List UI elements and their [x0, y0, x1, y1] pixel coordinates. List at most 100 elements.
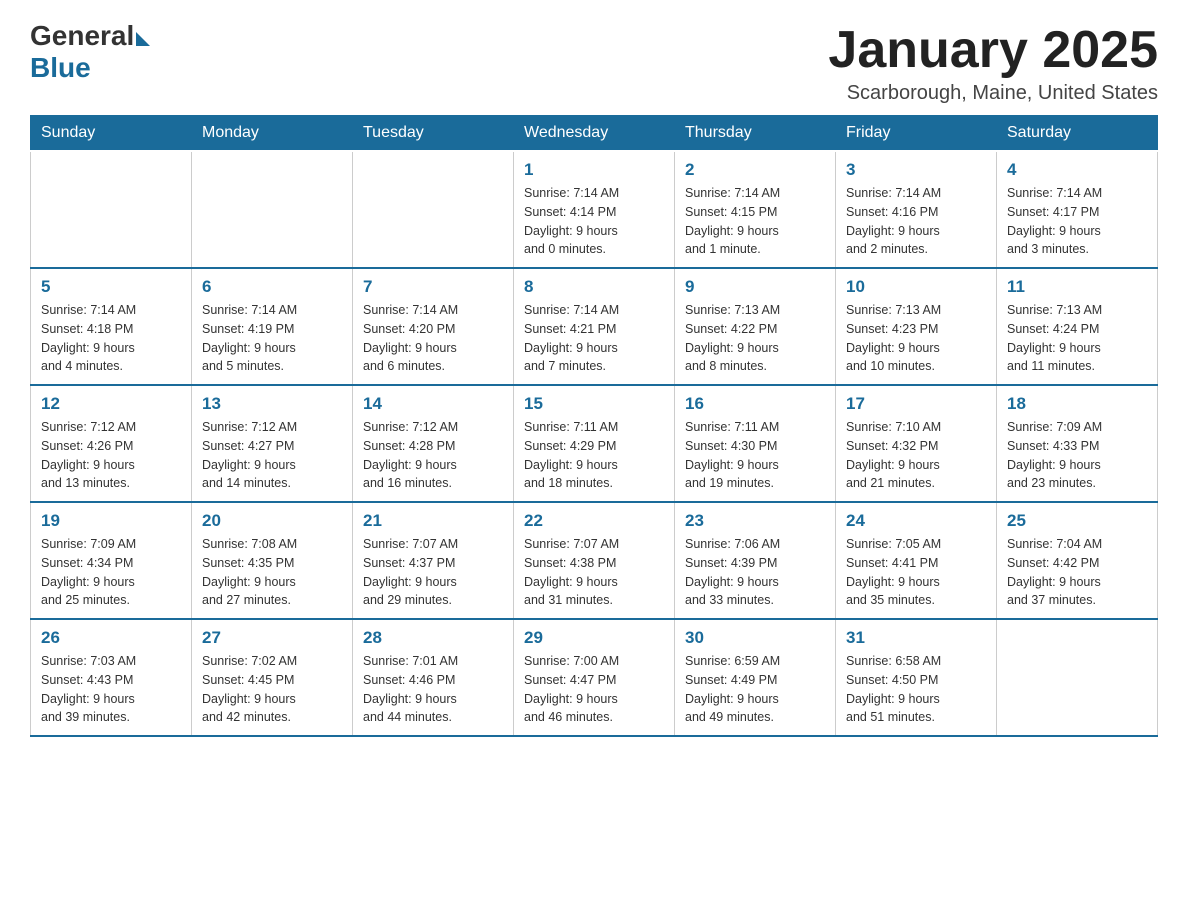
- logo-general-text: General: [30, 20, 134, 52]
- logo-arrow-icon: [136, 32, 150, 46]
- day-info: Sunrise: 7:11 AM Sunset: 4:29 PM Dayligh…: [524, 418, 664, 493]
- day-number: 10: [846, 277, 986, 297]
- calendar-header-tuesday: Tuesday: [353, 116, 514, 152]
- calendar-cell: 12 Sunrise: 7:12 AM Sunset: 4:26 PM Dayli…: [31, 385, 192, 502]
- day-info: Sunrise: 7:14 AM Sunset: 4:16 PM Dayligh…: [846, 184, 986, 259]
- day-number: 4: [1007, 160, 1147, 180]
- calendar-cell: 10 Sunrise: 7:13 AM Sunset: 4:23 PM Dayli…: [836, 268, 997, 385]
- day-number: 14: [363, 394, 503, 414]
- calendar-cell: 25Sunrise: 7:04 AM Sunset: 4:42 PM Dayli…: [997, 502, 1158, 619]
- calendar-week-row: 1Sunrise: 7:14 AM Sunset: 4:14 PM Daylig…: [31, 151, 1158, 268]
- day-info: Sunrise: 7:12 AM Sunset: 4:27 PM Dayligh…: [202, 418, 342, 493]
- calendar-cell: 31 Sunrise: 6:58 AM Sunset: 4:50 PM Dayli…: [836, 619, 997, 736]
- calendar-cell: 11Sunrise: 7:13 AM Sunset: 4:24 PM Dayli…: [997, 268, 1158, 385]
- day-number: 9: [685, 277, 825, 297]
- day-info: Sunrise: 7:14 AM Sunset: 4:17 PM Dayligh…: [1007, 184, 1147, 259]
- logo-blue-text: Blue: [30, 52, 91, 84]
- day-info: Sunrise: 7:01 AM Sunset: 4:46 PM Dayligh…: [363, 652, 503, 727]
- day-number: 25: [1007, 511, 1147, 531]
- day-number: 24: [846, 511, 986, 531]
- day-number: 31: [846, 628, 986, 648]
- day-number: 2: [685, 160, 825, 180]
- day-info: Sunrise: 7:06 AM Sunset: 4:39 PM Dayligh…: [685, 535, 825, 610]
- day-info: Sunrise: 7:14 AM Sunset: 4:18 PM Dayligh…: [41, 301, 181, 376]
- day-info: Sunrise: 7:07 AM Sunset: 4:37 PM Dayligh…: [363, 535, 503, 610]
- calendar-cell: 28 Sunrise: 7:01 AM Sunset: 4:46 PM Dayli…: [353, 619, 514, 736]
- day-number: 6: [202, 277, 342, 297]
- day-number: 29: [524, 628, 664, 648]
- day-info: Sunrise: 7:14 AM Sunset: 4:19 PM Dayligh…: [202, 301, 342, 376]
- day-number: 13: [202, 394, 342, 414]
- calendar-header-monday: Monday: [192, 116, 353, 152]
- day-info: Sunrise: 7:00 AM Sunset: 4:47 PM Dayligh…: [524, 652, 664, 727]
- calendar-cell: 1Sunrise: 7:14 AM Sunset: 4:14 PM Daylig…: [514, 151, 675, 268]
- calendar-header-friday: Friday: [836, 116, 997, 152]
- calendar-header-saturday: Saturday: [997, 116, 1158, 152]
- calendar-cell: 9 Sunrise: 7:13 AM Sunset: 4:22 PM Daylig…: [675, 268, 836, 385]
- calendar-week-row: 26Sunrise: 7:03 AM Sunset: 4:43 PM Dayli…: [31, 619, 1158, 736]
- calendar-header-sunday: Sunday: [31, 116, 192, 152]
- calendar-table: SundayMondayTuesdayWednesdayThursdayFrid…: [30, 115, 1158, 737]
- calendar-cell: 7Sunrise: 7:14 AM Sunset: 4:20 PM Daylig…: [353, 268, 514, 385]
- day-number: 5: [41, 277, 181, 297]
- calendar-header-row: SundayMondayTuesdayWednesdayThursdayFrid…: [31, 116, 1158, 152]
- calendar-cell: [353, 151, 514, 268]
- calendar-cell: 6 Sunrise: 7:14 AM Sunset: 4:19 PM Daylig…: [192, 268, 353, 385]
- day-info: Sunrise: 7:05 AM Sunset: 4:41 PM Dayligh…: [846, 535, 986, 610]
- day-number: 28: [363, 628, 503, 648]
- calendar-header-wednesday: Wednesday: [514, 116, 675, 152]
- day-number: 21: [363, 511, 503, 531]
- calendar-cell: 19 Sunrise: 7:09 AM Sunset: 4:34 PM Dayli…: [31, 502, 192, 619]
- calendar-cell: 29 Sunrise: 7:00 AM Sunset: 4:47 PM Dayli…: [514, 619, 675, 736]
- calendar-cell: 4 Sunrise: 7:14 AM Sunset: 4:17 PM Daylig…: [997, 151, 1158, 268]
- calendar-cell: [31, 151, 192, 268]
- calendar-week-row: 19 Sunrise: 7:09 AM Sunset: 4:34 PM Dayli…: [31, 502, 1158, 619]
- day-number: 8: [524, 277, 664, 297]
- calendar-cell: 15 Sunrise: 7:11 AM Sunset: 4:29 PM Dayli…: [514, 385, 675, 502]
- calendar-cell: 18Sunrise: 7:09 AM Sunset: 4:33 PM Dayli…: [997, 385, 1158, 502]
- day-info: Sunrise: 7:13 AM Sunset: 4:24 PM Dayligh…: [1007, 301, 1147, 376]
- day-info: Sunrise: 7:13 AM Sunset: 4:22 PM Dayligh…: [685, 301, 825, 376]
- day-info: Sunrise: 7:14 AM Sunset: 4:14 PM Dayligh…: [524, 184, 664, 259]
- calendar-cell: 30 Sunrise: 6:59 AM Sunset: 4:49 PM Dayli…: [675, 619, 836, 736]
- day-number: 19: [41, 511, 181, 531]
- day-info: Sunrise: 7:14 AM Sunset: 4:15 PM Dayligh…: [685, 184, 825, 259]
- day-number: 23: [685, 511, 825, 531]
- day-number: 27: [202, 628, 342, 648]
- location-subtitle: Scarborough, Maine, United States: [828, 82, 1158, 105]
- title-section: January 2025 Scarborough, Maine, United …: [828, 20, 1158, 105]
- month-title: January 2025: [828, 20, 1158, 80]
- day-number: 22: [524, 511, 664, 531]
- logo: General Blue: [30, 20, 150, 84]
- day-number: 30: [685, 628, 825, 648]
- day-number: 18: [1007, 394, 1147, 414]
- day-info: Sunrise: 7:10 AM Sunset: 4:32 PM Dayligh…: [846, 418, 986, 493]
- day-info: Sunrise: 7:12 AM Sunset: 4:26 PM Dayligh…: [41, 418, 181, 493]
- day-info: Sunrise: 6:58 AM Sunset: 4:50 PM Dayligh…: [846, 652, 986, 727]
- calendar-cell: [997, 619, 1158, 736]
- calendar-cell: 3Sunrise: 7:14 AM Sunset: 4:16 PM Daylig…: [836, 151, 997, 268]
- calendar-cell: 20Sunrise: 7:08 AM Sunset: 4:35 PM Dayli…: [192, 502, 353, 619]
- day-info: Sunrise: 7:13 AM Sunset: 4:23 PM Dayligh…: [846, 301, 986, 376]
- day-info: Sunrise: 7:07 AM Sunset: 4:38 PM Dayligh…: [524, 535, 664, 610]
- calendar-cell: 26Sunrise: 7:03 AM Sunset: 4:43 PM Dayli…: [31, 619, 192, 736]
- calendar-cell: 22 Sunrise: 7:07 AM Sunset: 4:38 PM Dayli…: [514, 502, 675, 619]
- calendar-cell: 8Sunrise: 7:14 AM Sunset: 4:21 PM Daylig…: [514, 268, 675, 385]
- calendar-header-thursday: Thursday: [675, 116, 836, 152]
- day-number: 12: [41, 394, 181, 414]
- day-info: Sunrise: 7:02 AM Sunset: 4:45 PM Dayligh…: [202, 652, 342, 727]
- calendar-cell: 5 Sunrise: 7:14 AM Sunset: 4:18 PM Daylig…: [31, 268, 192, 385]
- calendar-cell: 27 Sunrise: 7:02 AM Sunset: 4:45 PM Dayli…: [192, 619, 353, 736]
- calendar-cell: 13 Sunrise: 7:12 AM Sunset: 4:27 PM Dayli…: [192, 385, 353, 502]
- calendar-cell: 2 Sunrise: 7:14 AM Sunset: 4:15 PM Daylig…: [675, 151, 836, 268]
- day-number: 15: [524, 394, 664, 414]
- day-info: Sunrise: 6:59 AM Sunset: 4:49 PM Dayligh…: [685, 652, 825, 727]
- day-number: 7: [363, 277, 503, 297]
- calendar-week-row: 5 Sunrise: 7:14 AM Sunset: 4:18 PM Daylig…: [31, 268, 1158, 385]
- calendar-cell: 23 Sunrise: 7:06 AM Sunset: 4:39 PM Dayli…: [675, 502, 836, 619]
- day-info: Sunrise: 7:03 AM Sunset: 4:43 PM Dayligh…: [41, 652, 181, 727]
- page-header: General Blue January 2025 Scarborough, M…: [30, 20, 1158, 105]
- calendar-cell: 24 Sunrise: 7:05 AM Sunset: 4:41 PM Dayli…: [836, 502, 997, 619]
- day-info: Sunrise: 7:09 AM Sunset: 4:34 PM Dayligh…: [41, 535, 181, 610]
- day-info: Sunrise: 7:12 AM Sunset: 4:28 PM Dayligh…: [363, 418, 503, 493]
